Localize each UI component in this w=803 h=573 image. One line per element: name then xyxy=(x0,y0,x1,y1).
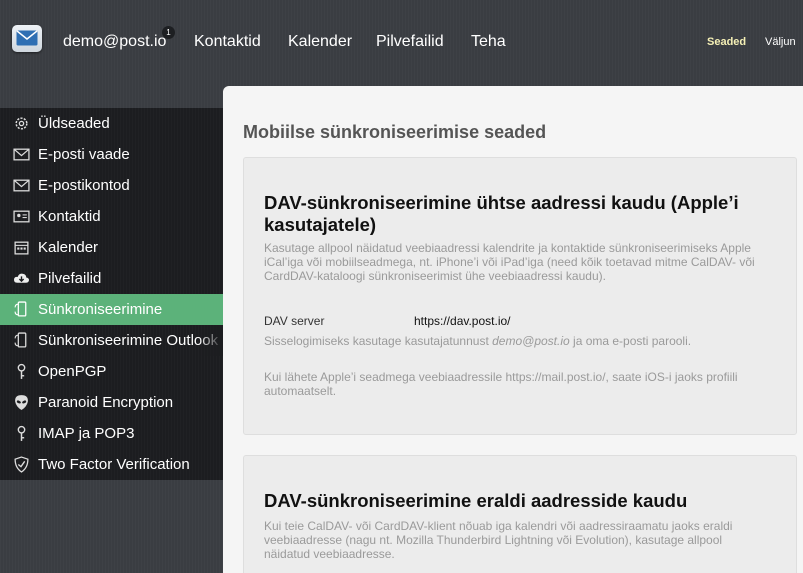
sidebar-item-label: E-postikontod xyxy=(38,177,130,194)
key-icon xyxy=(17,425,26,441)
sidebar-item-imap-pop3[interactable]: IMAP ja POP3 xyxy=(0,418,223,449)
account-menu[interactable]: demo@post.io xyxy=(63,33,166,51)
key-icon xyxy=(17,363,26,379)
notification-badge: 1 xyxy=(162,26,175,39)
card-heading: DAV-sünkroniseerimine eraldi aadresside … xyxy=(264,490,688,511)
dav-server-label: DAV server xyxy=(264,314,325,328)
sidebar-item-sync-outlook[interactable]: Sünkroniseerimine Outlook xyxy=(0,325,223,356)
login-hint: Sisselogimiseks kasutage kasutajatunnust… xyxy=(264,334,692,348)
sync-phone-icon xyxy=(14,332,27,348)
settings-link[interactable]: Seaded xyxy=(707,36,746,48)
dav-single-address-card: DAV-sünkroniseerimine ühtse aadressi kau… xyxy=(243,157,797,435)
card-heading: DAV-sünkroniseerimine ühtse aadressi kau… xyxy=(264,192,739,235)
card-description: Kasutage allpool näidatud veebiaadressi … xyxy=(264,241,755,283)
calendar-icon xyxy=(14,241,29,255)
overflow-fade xyxy=(199,325,223,356)
app-logo[interactable] xyxy=(12,25,42,52)
envelope-icon xyxy=(13,179,30,192)
sidebar-item-contacts[interactable]: Kontaktid xyxy=(0,201,223,232)
gear-icon xyxy=(15,117,28,130)
top-bar: demo@post.io 1 Kontaktid Kalender Pilvef… xyxy=(0,0,803,85)
sidebar-item-label: Paranoid Encryption xyxy=(38,394,174,411)
sidebar-item-calendar[interactable]: Kalender xyxy=(0,232,223,263)
cloud-download-icon xyxy=(13,273,30,283)
sync-phone-icon xyxy=(14,301,27,317)
sidebar-item-general[interactable]: Üldseaded xyxy=(0,108,223,139)
sidebar-item-mail-view[interactable]: E-posti vaade xyxy=(0,139,223,170)
contact-card-icon xyxy=(13,210,30,223)
nav-contacts[interactable]: Kontaktid xyxy=(194,33,261,51)
nav-tasks[interactable]: Teha xyxy=(471,33,506,51)
shield-icon xyxy=(14,456,29,473)
sidebar-item-sync[interactable]: Sünkroniseerimine xyxy=(0,294,223,325)
login-hint-email: demo@post.io xyxy=(492,334,570,348)
main-panel: Mobiilse sünkroniseerimise seaded DAV-sü… xyxy=(223,86,803,573)
sidebar-item-paranoid-encryption[interactable]: Paranoid Encryption xyxy=(0,387,223,418)
dav-server-url[interactable]: https://dav.post.io/ xyxy=(414,314,511,328)
envelope-icon xyxy=(13,148,30,161)
sidebar-item-label: OpenPGP xyxy=(38,363,107,380)
sidebar-item-label: Pilvefailid xyxy=(38,270,102,287)
sidebar-item-label: Two Factor Verification xyxy=(38,456,190,473)
sidebar-item-two-factor[interactable]: Two Factor Verification xyxy=(0,449,223,480)
logout-link[interactable]: Väljun xyxy=(765,36,796,48)
nav-cloud-files[interactable]: Pilvefailid xyxy=(376,33,444,51)
sidebar-item-label: Kalender xyxy=(38,239,99,256)
sidebar-item-cloud-files[interactable]: Pilvefailid xyxy=(0,263,223,294)
dav-separate-addresses-card: DAV-sünkroniseerimine eraldi aadresside … xyxy=(243,455,797,573)
sidebar-item-openpgp[interactable]: OpenPGP xyxy=(0,356,223,387)
alien-icon xyxy=(15,395,28,410)
page-title: Mobiilse sünkroniseerimise seaded xyxy=(243,122,547,142)
sidebar-item-mail-accounts[interactable]: E-postikontod xyxy=(0,170,223,201)
envelope-logo-icon xyxy=(16,30,38,46)
apple-profile-hint: Kui lähete Apple’i seadmega veebiaadress… xyxy=(264,370,738,398)
sidebar-item-label: Sünkroniseerimine xyxy=(38,301,163,318)
sidebar-item-label: Sünkroniseerimine Outlook xyxy=(38,332,219,349)
sidebar-item-label: E-posti vaade xyxy=(38,146,130,163)
sidebar-item-label: Kontaktid xyxy=(38,208,101,225)
card-description: Kui teie CalDAV- või CardDAV-klient nõua… xyxy=(264,519,733,561)
sidebar-item-label: IMAP ja POP3 xyxy=(38,425,135,442)
nav-calendar[interactable]: Kalender xyxy=(288,33,352,51)
sidebar-item-label: Üldseaded xyxy=(38,115,110,132)
settings-sidebar: Üldseaded E-posti vaade E-postikontod Ko… xyxy=(0,108,223,480)
